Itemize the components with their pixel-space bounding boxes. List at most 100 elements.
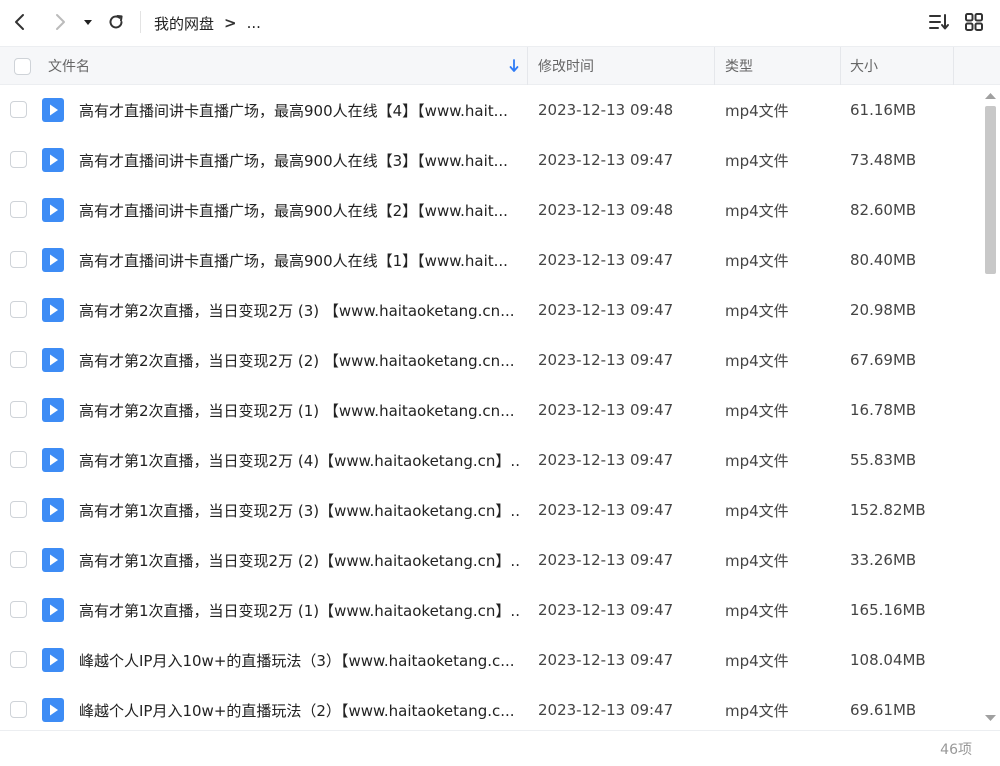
file-name[interactable]: 高有才直播间讲卡直播广场，最高900人在线【3】【www.hait... (79, 135, 519, 185)
file-size: 61.16MB (850, 101, 917, 119)
column-modified-label: 修改时间 (538, 59, 594, 75)
file-modified-time: 2023-12-13 09:48 (538, 101, 674, 119)
column-divider[interactable] (527, 47, 528, 85)
scroll-down-button[interactable] (983, 710, 998, 724)
video-file-icon (42, 148, 64, 172)
scroll-up-button[interactable] (983, 88, 998, 102)
history-dropdown-button[interactable] (74, 6, 102, 38)
file-modified-time: 2023-12-13 09:47 (538, 601, 674, 619)
column-type-label: 类型 (725, 59, 753, 75)
row-checkbox[interactable] (10, 601, 27, 618)
file-name[interactable]: 高有才第1次直播，当日变现2万 (4)【www.haitaoketang.cn】… (79, 435, 519, 485)
breadcrumb: 我的网盘 > ... (154, 0, 261, 46)
column-name-label: 文件名 (48, 59, 90, 75)
status-bar: 46项 (0, 730, 1000, 766)
table-row[interactable]: 峰越个人IP月入10w+的直播玩法（2）【www.haitaoketang.c.… (0, 685, 980, 730)
column-name[interactable]: 文件名 (48, 47, 518, 85)
video-file-icon (42, 248, 64, 272)
file-size: 55.83MB (850, 451, 917, 469)
select-all-checkbox[interactable] (14, 47, 31, 85)
file-type: mp4文件 (725, 551, 789, 570)
file-size: 67.69MB (850, 351, 917, 369)
table-row[interactable]: 高有才第1次直播，当日变现2万 (1)【www.haitaoketang.cn】… (0, 585, 980, 635)
row-checkbox[interactable] (10, 251, 27, 268)
file-name[interactable]: 高有才第2次直播，当日变现2万 (2) 【www.haitaoketang.cn… (79, 335, 519, 385)
file-name[interactable]: 高有才直播间讲卡直播广场，最高900人在线【1】【www.hait... (79, 235, 519, 285)
table-row[interactable]: 高有才第1次直播，当日变现2万 (2)【www.haitaoketang.cn】… (0, 535, 980, 585)
video-file-icon (42, 98, 64, 122)
file-size: 69.61MB (850, 701, 917, 719)
table-row[interactable]: 高有才第2次直播，当日变现2万 (3) 【www.haitaoketang.cn… (0, 285, 980, 335)
scrollbar[interactable] (983, 88, 998, 728)
file-name[interactable]: 高有才第1次直播，当日变现2万 (1)【www.haitaoketang.cn】… (79, 585, 519, 635)
column-modified[interactable]: 修改时间 (538, 47, 708, 85)
row-checkbox[interactable] (10, 501, 27, 518)
toolbar-divider (140, 11, 141, 33)
column-size-label: 大小 (850, 59, 878, 75)
column-divider[interactable] (714, 47, 715, 85)
table-row[interactable]: 峰越个人IP月入10w+的直播玩法（3）【www.haitaoketang.c.… (0, 635, 980, 685)
table-row[interactable]: 高有才直播间讲卡直播广场，最高900人在线【3】【www.hait... 2023… (0, 135, 980, 185)
row-checkbox[interactable] (10, 201, 27, 218)
row-checkbox[interactable] (10, 451, 27, 468)
file-type: mp4文件 (725, 401, 789, 420)
breadcrumb-current[interactable]: ... (247, 14, 261, 32)
refresh-button[interactable] (100, 6, 132, 38)
file-name[interactable]: 高有才第1次直播，当日变现2万 (2)【www.haitaoketang.cn】… (79, 535, 519, 585)
table-row[interactable]: 高有才直播间讲卡直播广场，最高900人在线【4】【www.hait... 2023… (0, 85, 980, 135)
file-modified-time: 2023-12-13 09:48 (538, 201, 674, 219)
video-file-icon (42, 698, 64, 722)
row-checkbox[interactable] (10, 401, 27, 418)
row-checkbox[interactable] (10, 101, 27, 118)
back-button[interactable] (4, 6, 36, 38)
column-divider[interactable] (840, 47, 841, 85)
file-name[interactable]: 峰越个人IP月入10w+的直播玩法（2）【www.haitaoketang.c.… (79, 685, 519, 730)
video-file-icon (42, 498, 64, 522)
file-modified-time: 2023-12-13 09:47 (538, 501, 674, 519)
video-file-icon (42, 398, 64, 422)
file-type: mp4文件 (725, 251, 789, 270)
row-checkbox[interactable] (10, 351, 27, 368)
file-size: 82.60MB (850, 201, 917, 219)
file-name[interactable]: 高有才直播间讲卡直播广场，最高900人在线【4】【www.hait... (79, 85, 519, 135)
file-size: 20.98MB (850, 301, 917, 319)
table-row[interactable]: 高有才第2次直播，当日变现2万 (1) 【www.haitaoketang.cn… (0, 385, 980, 435)
table-row[interactable]: 高有才第2次直播，当日变现2万 (2) 【www.haitaoketang.cn… (0, 335, 980, 385)
file-size: 16.78MB (850, 401, 917, 419)
forward-button[interactable] (44, 6, 76, 38)
table-row[interactable]: 高有才直播间讲卡直播广场，最高900人在线【2】【www.hait... 2023… (0, 185, 980, 235)
table-row[interactable]: 高有才直播间讲卡直播广场，最高900人在线【1】【www.hait... 2023… (0, 235, 980, 285)
row-checkbox[interactable] (10, 551, 27, 568)
grid-view-icon (964, 12, 984, 36)
row-checkbox[interactable] (10, 701, 27, 718)
file-type: mp4文件 (725, 151, 789, 170)
table-row[interactable]: 高有才第1次直播，当日变现2万 (4)【www.haitaoketang.cn】… (0, 435, 980, 485)
grid-view-button[interactable] (960, 10, 988, 38)
row-checkbox[interactable] (10, 151, 27, 168)
file-name[interactable]: 峰越个人IP月入10w+的直播玩法（3）【www.haitaoketang.c.… (79, 635, 519, 685)
column-type[interactable]: 类型 (725, 47, 835, 85)
breadcrumb-root[interactable]: 我的网盘 (154, 13, 214, 34)
file-type: mp4文件 (725, 501, 789, 520)
file-size: 152.82MB (850, 501, 926, 519)
scroll-thumb[interactable] (985, 106, 996, 274)
file-size: 33.26MB (850, 551, 917, 569)
file-name[interactable]: 高有才第2次直播，当日变现2万 (3) 【www.haitaoketang.cn… (79, 285, 519, 335)
row-checkbox[interactable] (10, 301, 27, 318)
sort-button[interactable] (924, 10, 954, 38)
file-type: mp4文件 (725, 651, 789, 670)
breadcrumb-separator: > (224, 14, 237, 32)
file-modified-time: 2023-12-13 09:47 (538, 651, 674, 669)
column-size[interactable]: 大小 (850, 47, 950, 85)
file-name[interactable]: 高有才直播间讲卡直播广场，最高900人在线【2】【www.hait... (79, 185, 519, 235)
file-name[interactable]: 高有才第1次直播，当日变现2万 (3)【www.haitaoketang.cn】… (79, 485, 519, 535)
file-type: mp4文件 (725, 601, 789, 620)
row-checkbox[interactable] (10, 651, 27, 668)
file-size: 80.40MB (850, 251, 917, 269)
column-divider[interactable] (953, 47, 954, 85)
table-row[interactable]: 高有才第1次直播，当日变现2万 (3)【www.haitaoketang.cn】… (0, 485, 980, 535)
file-name[interactable]: 高有才第2次直播，当日变现2万 (1) 【www.haitaoketang.cn… (79, 385, 519, 435)
chevron-right-icon (51, 13, 69, 31)
video-file-icon (42, 348, 64, 372)
file-modified-time: 2023-12-13 09:47 (538, 351, 674, 369)
